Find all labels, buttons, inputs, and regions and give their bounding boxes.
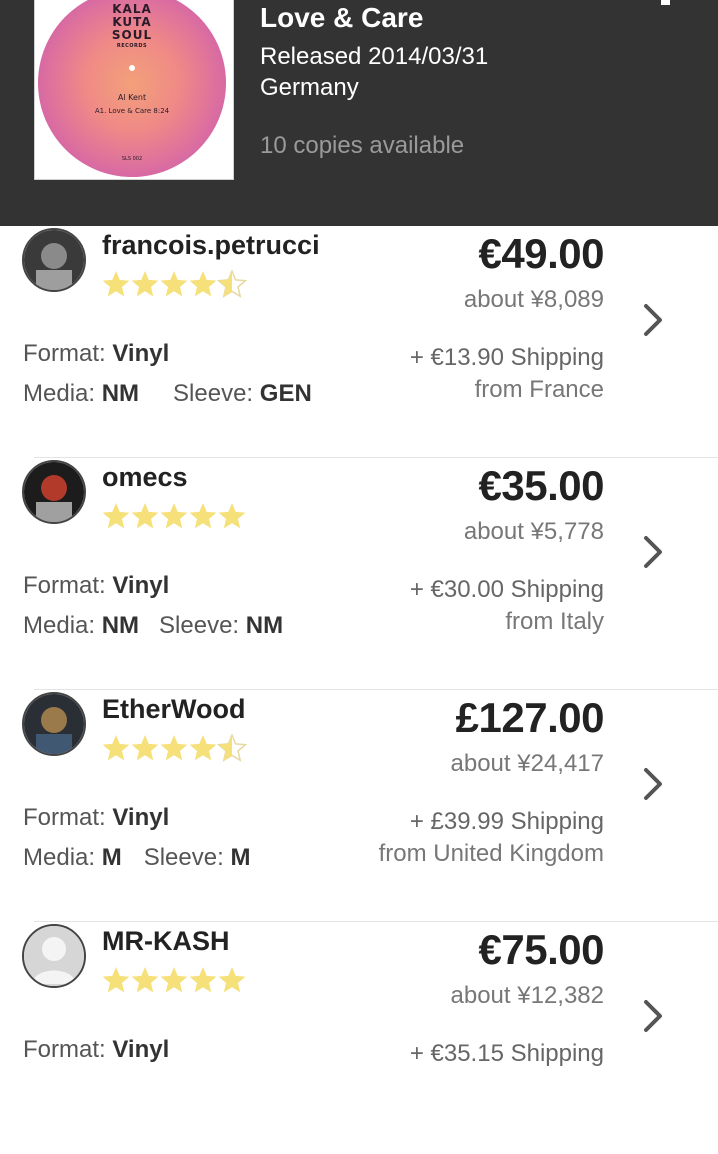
cover-brand: KALA KUTA SOUL xyxy=(111,2,153,42)
star-icon xyxy=(218,503,246,529)
filter-icon[interactable] xyxy=(645,0,689,10)
listing-price: €75.00 xyxy=(478,926,605,973)
star-icon xyxy=(160,967,188,993)
cover-track: A1. Love & Care 8:24 xyxy=(94,107,170,115)
listing-row[interactable]: MR-KASH €75.00 about ¥12,382 Format: Vinyl +… xyxy=(0,922,718,1154)
shipping-cost: + £39.99 Shipping xyxy=(409,808,604,835)
format-line: Format: Vinyl xyxy=(23,340,170,367)
listing-row[interactable]: omecs €35.00 about ¥5,778 Format: Vinyl Medi… xyxy=(0,458,718,690)
seller-avatar[interactable] xyxy=(22,228,86,292)
star-icon xyxy=(189,503,217,529)
star-icon xyxy=(131,271,159,297)
star-icon xyxy=(189,271,217,297)
sleeve-grade: M xyxy=(230,844,251,871)
sleeve-grade: NM xyxy=(245,612,284,639)
media-grade: NM xyxy=(101,380,140,407)
star-icon xyxy=(131,503,159,529)
star-icon xyxy=(160,503,188,529)
seller-avatar[interactable] xyxy=(22,692,86,756)
star-icon xyxy=(131,735,159,761)
seller-name[interactable]: francois.petrucci xyxy=(102,230,320,261)
media-grade: NM xyxy=(101,612,140,639)
star-icon xyxy=(102,735,130,761)
disc-spindle-hole xyxy=(129,65,135,71)
ships-from: from United Kingdom xyxy=(378,840,604,867)
listing-price: €35.00 xyxy=(478,462,605,509)
seller-name[interactable]: MR-KASH xyxy=(102,926,230,957)
format-value: Vinyl xyxy=(112,572,170,599)
cover-records: RECORDS xyxy=(116,43,148,49)
media-grade: M xyxy=(101,844,122,871)
release-title: Love & Care xyxy=(260,2,424,33)
seller-avatar[interactable] xyxy=(22,460,86,524)
format-value: Vinyl xyxy=(112,1036,170,1063)
star-icon xyxy=(102,503,130,529)
listing-price: €49.00 xyxy=(478,230,605,277)
format-line: Format: Vinyl xyxy=(23,1036,170,1063)
format-line: Format: Vinyl xyxy=(23,804,170,831)
copies-available: 10 copies available xyxy=(260,132,465,159)
listing-row[interactable]: francois.petrucci €49.00 about ¥8,089 Forma… xyxy=(0,226,718,458)
shipping-cost: + €30.00 Shipping xyxy=(409,576,604,603)
format-value: Vinyl xyxy=(112,804,170,831)
record-label-disc: KALA KUTA SOUL RECORDS Al Kent A1. Love … xyxy=(38,0,226,177)
seller-avatar[interactable] xyxy=(22,924,86,988)
listing-price: £127.00 xyxy=(455,694,605,741)
release-country: Germany xyxy=(260,74,359,101)
condition-line: Media: M Sleeve: M xyxy=(23,844,251,871)
format-value: Vinyl xyxy=(112,340,170,367)
listing-row[interactable]: EtherWood £127.00 about ¥24,417 Format: Vin… xyxy=(0,690,718,922)
star-icon xyxy=(160,735,188,761)
converted-price: about ¥5,778 xyxy=(463,518,604,545)
ships-from: from Italy xyxy=(505,608,604,635)
chevron-right-icon[interactable] xyxy=(640,532,666,572)
release-header: KALA KUTA SOUL RECORDS Al Kent A1. Love … xyxy=(0,0,718,226)
chevron-right-icon[interactable] xyxy=(640,300,666,340)
release-date: Released 2014/03/31 xyxy=(260,43,489,70)
condition-line: Media: NM Sleeve: NM xyxy=(23,612,284,639)
star-icon xyxy=(102,967,130,993)
condition-line: Media: NM Sleeve: GEN xyxy=(23,380,312,407)
seller-name[interactable]: omecs xyxy=(102,462,188,493)
cover-artist: Al Kent xyxy=(117,93,147,102)
release-cover-image[interactable]: KALA KUTA SOUL RECORDS Al Kent A1. Love … xyxy=(34,0,234,180)
star-icon xyxy=(160,271,188,297)
star-icon xyxy=(189,735,217,761)
sleeve-grade: GEN xyxy=(259,380,312,407)
cover-catalog: SLS 002 xyxy=(121,156,143,162)
converted-price: about ¥12,382 xyxy=(450,982,604,1009)
ships-from: from France xyxy=(474,376,604,403)
format-line: Format: Vinyl xyxy=(23,572,170,599)
seller-name[interactable]: EtherWood xyxy=(102,694,246,725)
star-icon xyxy=(131,967,159,993)
star-icon xyxy=(102,271,130,297)
converted-price: about ¥8,089 xyxy=(463,286,604,313)
chevron-right-icon[interactable] xyxy=(640,764,666,804)
star-icon xyxy=(218,967,246,993)
shipping-cost: + €35.15 Shipping xyxy=(409,1040,604,1067)
star-icon xyxy=(189,967,217,993)
shipping-cost: + €13.90 Shipping xyxy=(409,344,604,371)
converted-price: about ¥24,417 xyxy=(450,750,604,777)
chevron-right-icon[interactable] xyxy=(640,996,666,1036)
